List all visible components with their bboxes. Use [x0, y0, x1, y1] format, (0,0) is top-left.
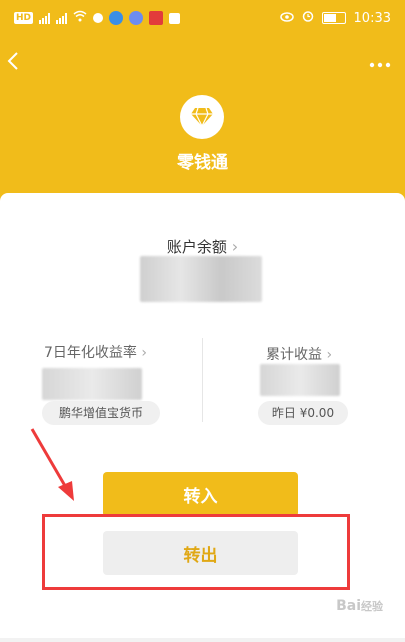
pointer-arrow-icon [30, 428, 74, 501]
balance-link[interactable]: 账户余额 › [0, 236, 405, 257]
app-notification-icon [109, 11, 124, 25]
highlight-box [42, 514, 350, 590]
signal-icon [56, 12, 68, 24]
app-notification-icon [169, 12, 181, 24]
app-notification-icon [149, 11, 164, 25]
more-button[interactable] [369, 56, 391, 68]
total-earnings-link[interactable]: 累计收益 › [266, 344, 332, 364]
hd-badge: HD [14, 12, 34, 24]
watermark-text: Bai [336, 598, 361, 614]
stats-divider [202, 338, 203, 422]
watermark: Bai经验 [336, 598, 383, 614]
chevron-left-icon [7, 52, 18, 70]
status-time: 10:33 [353, 10, 391, 26]
app-logo [180, 95, 224, 139]
status-left: HD [14, 10, 181, 26]
alarm-icon [302, 10, 314, 26]
total-earnings-label: 累计收益 [266, 347, 322, 363]
balance-label: 账户余额 [166, 238, 227, 256]
watermark-suffix: 经验 [361, 600, 383, 613]
diamond-icon [191, 107, 213, 127]
wifi-icon [73, 10, 87, 26]
yesterday-earnings-chip: 昨日 ¥0.00 [258, 401, 348, 425]
eye-icon [279, 11, 294, 26]
fund-name-chip[interactable]: 鹏华增值宝货币 [42, 401, 160, 425]
yield-rate-label: 7日年化收益率 [44, 345, 137, 361]
total-earnings-value-blurred [260, 364, 340, 396]
app-notification-icon [93, 13, 104, 23]
more-dots-icon [369, 62, 391, 68]
battery-icon [321, 12, 346, 24]
page-title: 零钱通 [177, 153, 228, 173]
yield-rate-value-blurred [42, 368, 142, 400]
yield-rate-link[interactable]: 7日年化收益率 › [44, 342, 147, 362]
app-notification-icon [129, 11, 144, 25]
status-right: 10:33 [279, 10, 391, 26]
status-bar: HD 10:33 [0, 0, 405, 38]
signal-icon [39, 12, 51, 24]
transfer-in-button[interactable]: 转入 [103, 472, 298, 517]
chevron-right-icon: › [326, 347, 333, 363]
balance-value-blurred [140, 256, 262, 302]
back-button[interactable] [6, 50, 28, 72]
chevron-right-icon: › [231, 237, 239, 256]
chevron-right-icon: › [141, 345, 147, 361]
